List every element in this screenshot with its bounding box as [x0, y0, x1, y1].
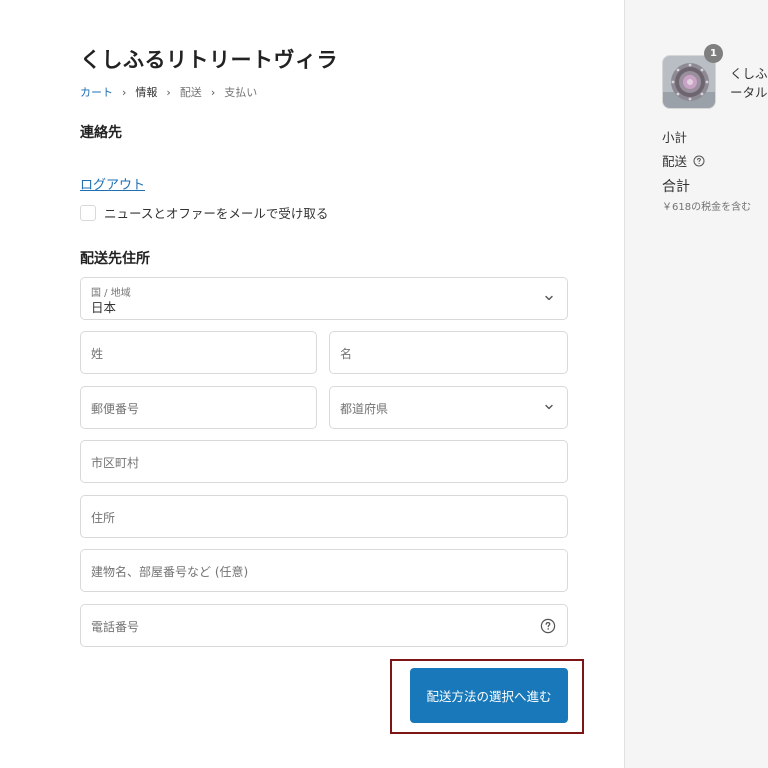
- checkout-main: くしふるリトリートヴィラ カート › 情報 › 配送 › 支払い 連絡先 ログア…: [0, 0, 624, 768]
- newsletter-checkbox[interactable]: [80, 204, 96, 221]
- product-image: [663, 56, 715, 108]
- building-placeholder: 建物名、部屋番号など (任意): [91, 565, 249, 579]
- breadcrumb-info: 情報: [135, 86, 158, 99]
- city-placeholder: 市区町村: [91, 456, 140, 470]
- shipping-row: 配送: [662, 151, 705, 170]
- subtotal-label: 小計: [662, 130, 688, 145]
- phone-placeholder: 電話番号: [91, 620, 140, 634]
- postal-code-field[interactable]: 郵便番号: [80, 386, 317, 429]
- newsletter-label: ニュースとオファーをメールで受け取る: [104, 206, 329, 221]
- logout-link[interactable]: ログアウト: [80, 174, 145, 193]
- chevron-right-icon: ›: [122, 85, 127, 99]
- phone-field[interactable]: 電話番号: [80, 604, 568, 647]
- breadcrumb: カート › 情報 › 配送 › 支払い: [80, 84, 257, 100]
- country-select[interactable]: 国 / 地域 日本: [80, 277, 568, 320]
- street-address-field[interactable]: 住所: [80, 495, 568, 538]
- last-name-field[interactable]: 姓: [80, 331, 317, 374]
- contact-heading: 連絡先: [80, 125, 122, 141]
- chevron-right-icon: ›: [210, 85, 216, 99]
- continue-to-shipping-button[interactable]: 配送方法の選択へ進む: [410, 668, 568, 723]
- city-field[interactable]: 市区町村: [80, 440, 568, 483]
- breadcrumb-cart[interactable]: カート: [80, 84, 113, 100]
- total-label: 合計: [662, 179, 690, 195]
- breadcrumb-payment: 支払い: [224, 86, 258, 99]
- help-circle-icon[interactable]: [693, 155, 705, 167]
- help-circle-icon[interactable]: [540, 618, 556, 634]
- newsletter-option: ニュースとオファーをメールで受け取る: [80, 203, 328, 222]
- country-value: 日本: [91, 300, 117, 315]
- product-name-line2: ータル: [730, 85, 768, 100]
- postal-code-placeholder: 郵便番号: [91, 402, 140, 416]
- first-name-field[interactable]: 名: [329, 331, 568, 374]
- chevron-right-icon: ›: [166, 85, 171, 99]
- chevron-down-icon: [545, 404, 553, 410]
- building-field[interactable]: 建物名、部屋番号など (任意): [80, 549, 568, 592]
- shipping-label: 配送: [662, 154, 688, 169]
- product-thumbnail: [662, 55, 716, 109]
- shipping-address-heading: 配送先住所: [80, 251, 150, 267]
- last-name-placeholder: 姓: [91, 347, 104, 361]
- first-name-placeholder: 名: [340, 347, 353, 361]
- prefecture-select[interactable]: 都道府県: [329, 386, 568, 429]
- street-address-placeholder: 住所: [91, 511, 116, 525]
- chevron-down-icon: [545, 295, 553, 301]
- tax-note: ￥618の税金を含む: [662, 202, 752, 213]
- prefecture-placeholder: 都道府県: [340, 402, 389, 416]
- store-title: くしふるリトリートヴィラ: [80, 48, 338, 72]
- breadcrumb-shipping: 配送: [179, 86, 202, 99]
- product-name-line1: くしふる: [730, 66, 768, 81]
- order-summary: 1 くしふる ータル 小計 配送 合計 ￥618の税金を含む: [624, 0, 768, 768]
- product-name: くしふる ータル: [730, 64, 768, 102]
- quantity-badge: 1: [704, 44, 723, 63]
